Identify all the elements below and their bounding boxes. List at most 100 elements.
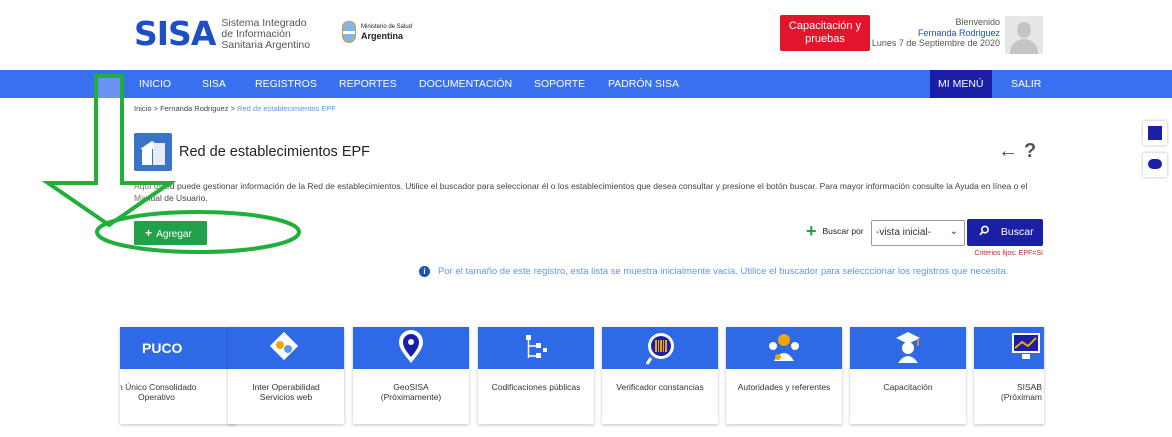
logo-subtitle-line: Sanitaria Argentino [221, 38, 311, 51]
tile-label-line: Verificador constancias [616, 382, 704, 392]
graduate-icon [896, 332, 920, 363]
logo-subtitle-line: de Información [221, 27, 291, 40]
capacitacion-label: pruebas [805, 33, 845, 45]
buscar-por: + Buscar por [806, 222, 866, 240]
nav-reportes[interactable]: REPORTES [339, 70, 397, 98]
tile-header [850, 327, 966, 369]
tile-label-line: Autoridades y referentes [737, 382, 831, 392]
tile-label-line: (Próximamente) [380, 391, 442, 402]
tile-label-line: Capacitación [883, 382, 933, 392]
chat-button[interactable] [1143, 153, 1167, 177]
tile-label: Codificaciones públicas [478, 382, 594, 393]
search-icon [979, 225, 990, 236]
tile-label-line: Servicios web [259, 391, 313, 402]
tile-label-line: (Próximam [1000, 391, 1042, 402]
welcome-text: Bienvenido [955, 17, 1000, 27]
header: SISA Sistema Integrado de Información Sa… [0, 0, 1172, 70]
puco-logo-text: PUCO [142, 340, 183, 356]
shortcut-button[interactable] [1143, 121, 1167, 145]
building-block [142, 148, 152, 165]
buscar-label: Buscar [1000, 226, 1034, 238]
back-arrow-icon[interactable]: ← [998, 140, 1018, 163]
breadcrumb: Inicio > Fernanda Rodriguez > Red de est… [134, 104, 336, 113]
buscar-por-label: Buscar por [822, 226, 864, 236]
breadcrumb-separator: > [153, 104, 158, 113]
welcome-block: Bienvenido Fernanda Rodriguez Lunes 7 de… [870, 17, 1000, 49]
avatar-head [1017, 22, 1031, 38]
buscar-button[interactable]: Buscar [967, 219, 1043, 246]
sisa-logo-mark: SISA [134, 14, 216, 53]
page-description: Aquí usted puede gestionar información d… [134, 181, 1028, 203]
escudo-icon [342, 21, 356, 43]
monitor-chart-icon [1012, 333, 1040, 359]
nav-sisa[interactable]: SISA [202, 70, 226, 98]
breadcrumb-home[interactable]: Inicio [134, 104, 152, 113]
tile-interoperabilidad[interactable]: Inter Operabilidad Servicios web [228, 327, 344, 424]
nav-inicio[interactable]: INICIO [139, 70, 171, 98]
breadcrumb-current: Red de establecimientos EPF [237, 104, 336, 113]
nav-padron-sisa[interactable]: PADRÓN SISA [608, 70, 679, 98]
establecimientos-icon [134, 133, 172, 171]
current-date: Lunes 7 de Septiembre de 2020 [871, 38, 1000, 48]
nav-documentacion[interactable]: DOCUMENTACIÓN [419, 70, 512, 98]
tile-label-line: Operativo [138, 391, 175, 402]
tile-label: Verificador constancias [602, 382, 718, 393]
logo-subtitle-line: Sistema Integrado [221, 16, 307, 29]
nav-salir[interactable]: SALIR [1011, 70, 1041, 98]
tile-label: Autoridades y referentes [726, 382, 842, 393]
plus-icon: + [145, 226, 153, 240]
vista-select-value: -vista inicial- [876, 227, 932, 238]
ministerio-text: Ministerio de Salud Argentina [361, 23, 412, 41]
nav-soporte[interactable]: SOPORTE [534, 70, 585, 98]
capacitacion-label: Capacitación y [788, 20, 862, 32]
main-nav: INICIO SISA REGISTROS REPORTES DOCUMENTA… [0, 70, 1172, 98]
nav-mi-menu[interactable]: MI MENÚ [930, 70, 992, 98]
tile-label-line: Codificaciones públicas [491, 382, 581, 392]
tile-sisab[interactable]: SISAB (Próximam [974, 327, 1044, 424]
tile-label: Inter Operabilidad Servicios web [228, 382, 344, 402]
info-text: Por el tamaño de este registro, esta lis… [438, 266, 1009, 277]
tile-label: SISAB (Próximam [974, 382, 1042, 402]
page-title: Red de establecimientos EPF [179, 144, 371, 160]
nav-registros[interactable]: REGISTROS [255, 70, 317, 98]
building-block [153, 143, 165, 165]
tile-header [478, 327, 594, 369]
barcode-scan-icon [645, 333, 674, 365]
chevron-down-icon: ⌄ [949, 226, 958, 237]
tile-header [602, 327, 718, 369]
avatar[interactable] [1005, 16, 1043, 54]
map-pin-icon [399, 330, 423, 363]
shortcut-icon [1148, 126, 1162, 140]
avatar-body [1010, 39, 1038, 54]
criterios-fijos: Criterios fijos: EPF=SI [974, 250, 1043, 257]
vista-select[interactable]: -vista inicial- ⌄ [871, 220, 965, 246]
tile-header [974, 327, 1044, 369]
tile-header [353, 327, 469, 369]
user-name[interactable]: Fernanda Rodriguez [870, 28, 1000, 39]
tile-label: Capacitación [850, 382, 966, 393]
tile-codificaciones[interactable]: Codificaciones públicas [478, 327, 594, 424]
breadcrumb-separator: > [230, 104, 235, 113]
puzzle-icon [269, 331, 299, 361]
plus-icon[interactable]: + [806, 222, 817, 240]
info-icon: i [419, 266, 430, 277]
people-icon [769, 334, 799, 361]
sisa-logo-subtitle: Sistema Integrado de Información Sanitar… [221, 16, 311, 51]
tile-geosisa[interactable]: GeoSISA (Próximamente) [353, 327, 469, 424]
tile-puco[interactable]: PUCO n Único Consolidado Operativo [120, 327, 236, 424]
tile-header [228, 327, 344, 369]
chat-icon [1148, 159, 1162, 169]
agregar-button[interactable]: + Agregar [134, 221, 207, 245]
tile-label: GeoSISA (Próximamente) [353, 382, 469, 402]
capacitacion-button[interactable]: Capacitación y pruebas [780, 15, 870, 51]
info-message: i Por el tamaño de este registro, esta l… [419, 266, 1008, 277]
tile-capacitacion[interactable]: Capacitación [850, 327, 966, 424]
agregar-label: Agregar [156, 229, 192, 240]
tile-autoridades[interactable]: Autoridades y referentes [726, 327, 842, 424]
ministerio-small: Ministerio de Salud [361, 24, 413, 30]
tile-verificador[interactable]: Verificador constancias [602, 327, 718, 424]
help-icon[interactable]: ? [1024, 140, 1036, 163]
sisa-logo[interactable]: SISA Sistema Integrado de Información Sa… [134, 17, 310, 51]
breadcrumb-user[interactable]: Fernanda Rodriguez [160, 104, 228, 113]
ministerio-big: Argentina [361, 31, 404, 41]
